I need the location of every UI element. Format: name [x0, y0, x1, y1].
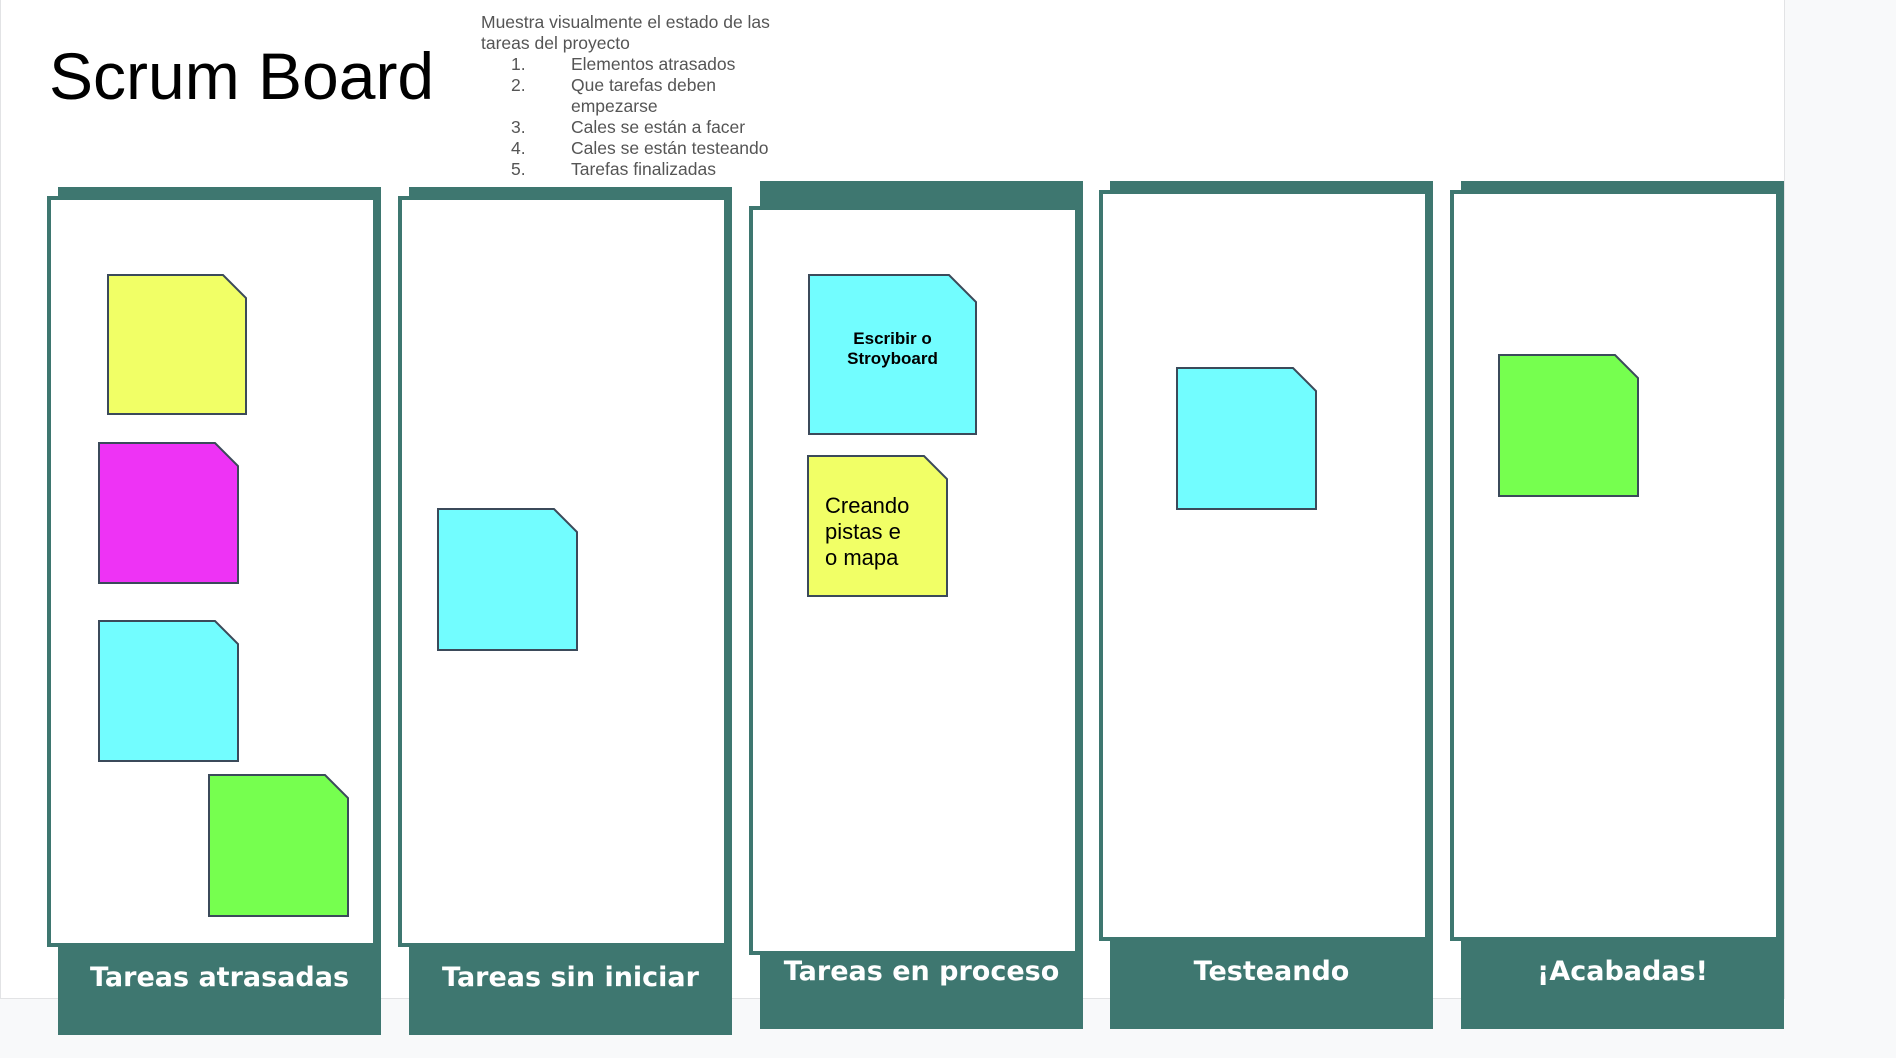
description-item: 4. Cales se están testeando	[481, 138, 801, 159]
sticky-note-green[interactable]	[1498, 354, 1639, 497]
item-number: 5.	[511, 159, 526, 179]
item-text: Cales se están testeando	[571, 138, 769, 158]
sticky-note-green[interactable]	[208, 774, 349, 917]
sticky-note-cyan[interactable]	[98, 620, 239, 762]
column-label-tareas-atrasadas: Tareas atrasadas	[89, 962, 350, 993]
item-text: Tarefas finalizadas	[571, 159, 716, 179]
column-label-acabadas: ¡Acabadas!	[1537, 956, 1708, 987]
description-intro: Muestra visualmente el estado de las tar…	[481, 12, 770, 53]
sticky-note-storyboard[interactable]: Escribir o Stroyboard	[808, 274, 977, 435]
sticky-note-cyan[interactable]	[437, 508, 578, 651]
slide-canvas: Scrum Board Muestra visualmente el estad…	[0, 0, 1785, 1035]
board-description: Muestra visualmente el estado de las tar…	[481, 12, 801, 180]
sticky-note-text: Escribir o Stroyboard	[847, 328, 938, 368]
column-label-tareas-sin-iniciar: Tareas sin iniciar	[442, 962, 699, 993]
description-item: 5. Tarefas finalizadas	[481, 159, 801, 180]
sticky-note-magenta[interactable]	[98, 442, 239, 584]
item-number: 1.	[511, 54, 526, 74]
sticky-note-cyan[interactable]	[1176, 367, 1317, 510]
board-title: Scrum Board	[49, 39, 435, 113]
column-acabadas[interactable]	[1450, 190, 1780, 941]
sticky-note-text: Creando pistas e o mapa	[825, 493, 910, 570]
item-text: Elementos atrasados	[571, 54, 736, 74]
item-number: 4.	[511, 138, 526, 158]
description-item: 3. Cales se están a facer	[481, 117, 801, 138]
item-number: 3.	[511, 117, 526, 137]
item-text: Cales se están a facer	[571, 117, 746, 137]
item-text: Que tarefas deben empezarse	[571, 75, 716, 116]
column-label-tareas-en-proceso: Tareas en proceso	[783, 956, 1060, 987]
sticky-note-pistas[interactable]: Creando pistas e o mapa	[807, 455, 948, 597]
description-list: 1. Elementos atrasados 2. Que tarefas debe…	[481, 54, 801, 180]
item-number: 2.	[511, 75, 526, 95]
description-item: 2. Que tarefas deben empezarse	[481, 75, 801, 117]
description-item: 1. Elementos atrasados	[481, 54, 801, 75]
column-label-testeando: Testeando	[1193, 956, 1350, 987]
column-testeando[interactable]	[1099, 190, 1429, 941]
sticky-note-yellow[interactable]	[107, 274, 247, 415]
